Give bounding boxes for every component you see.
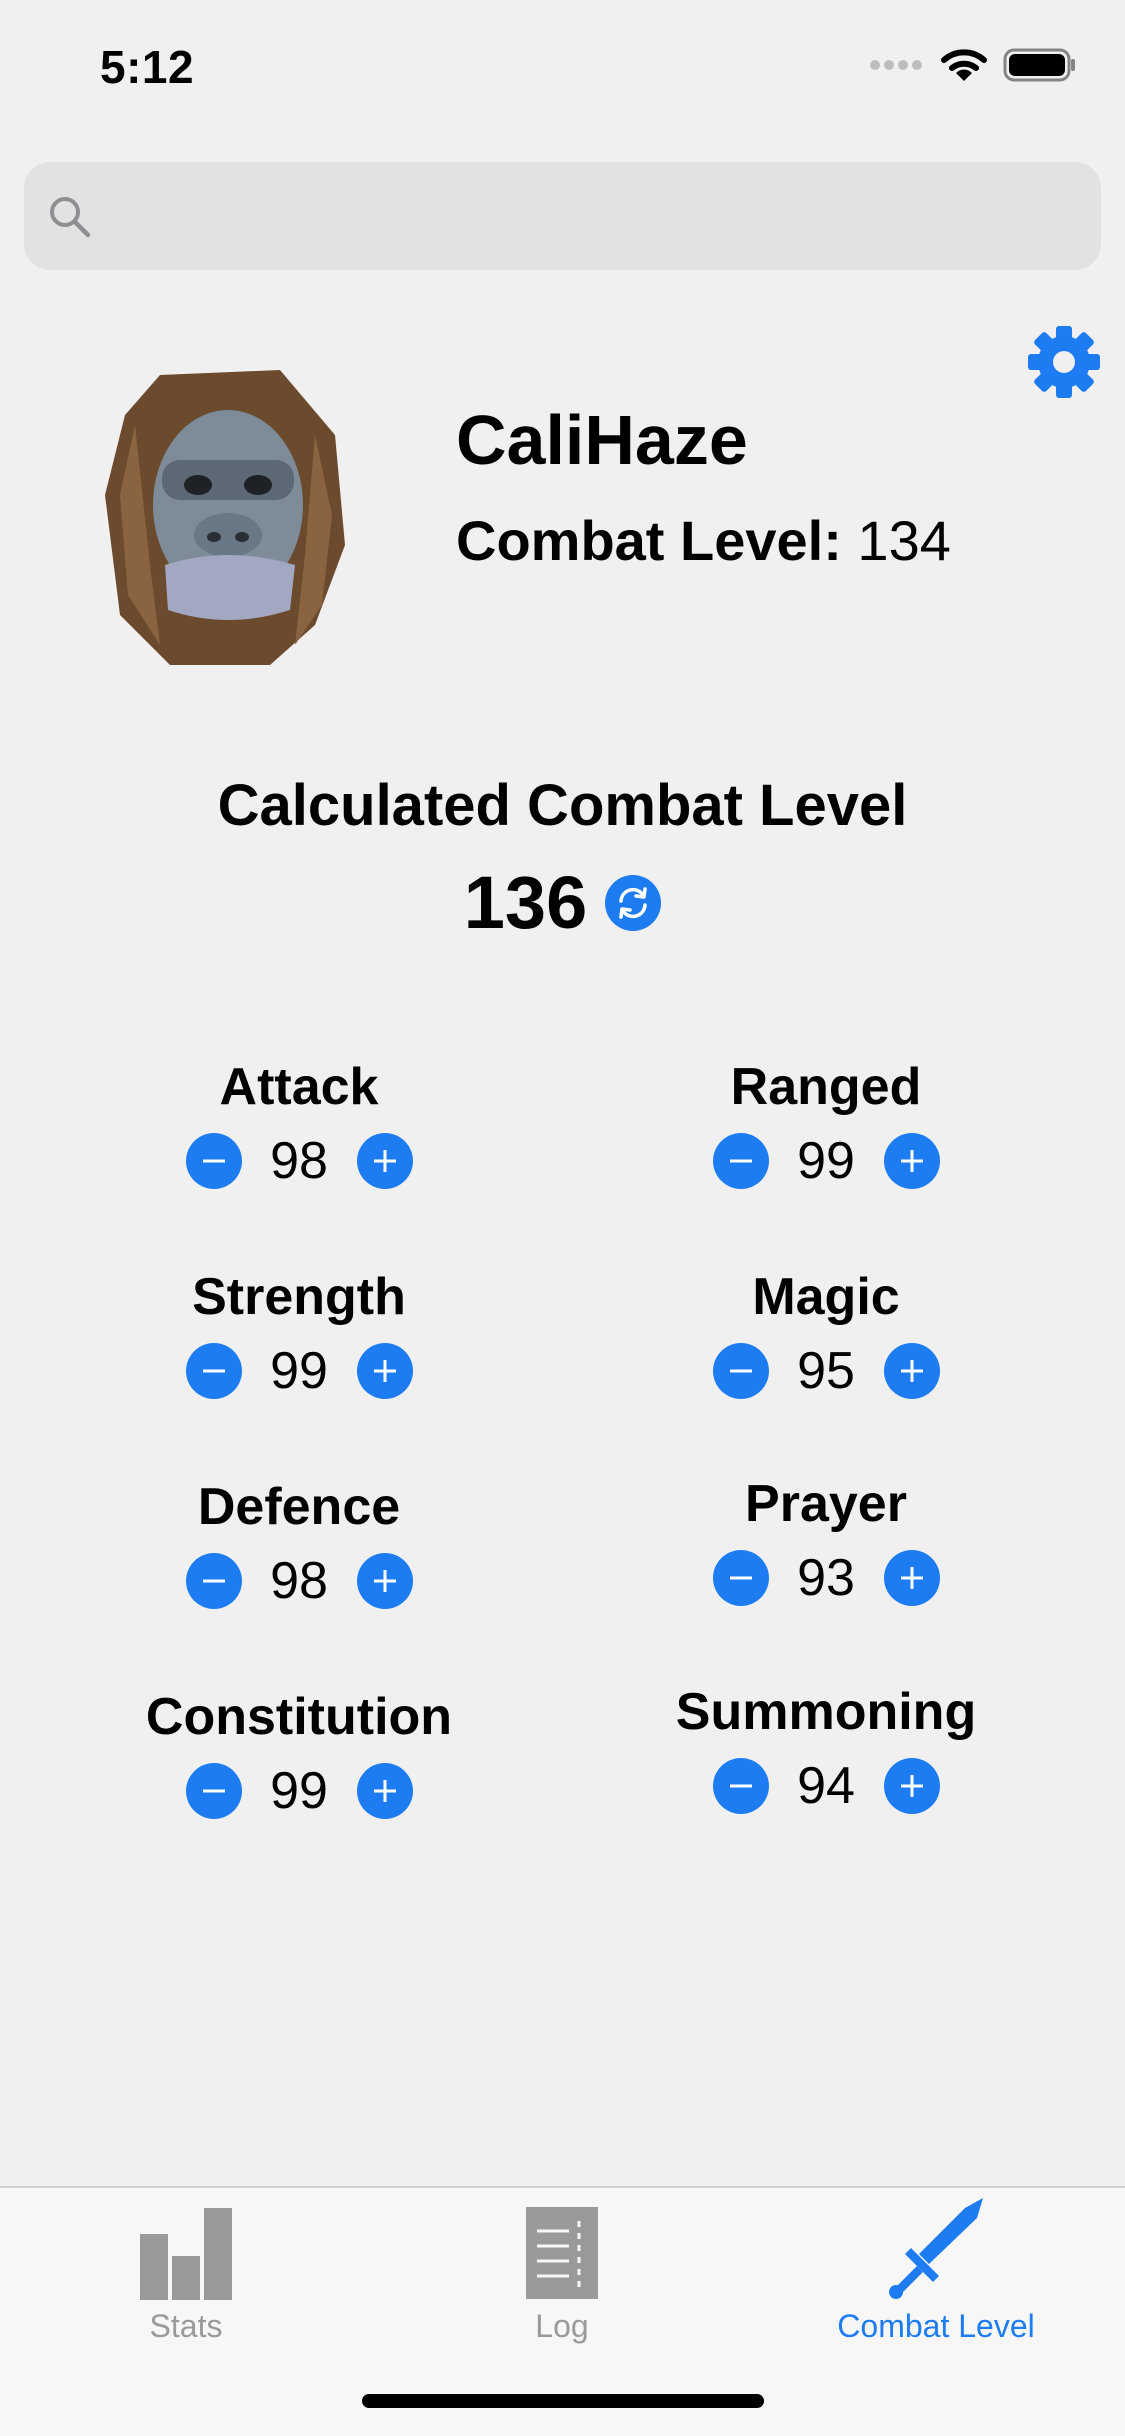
stat-value: 99	[797, 1132, 855, 1190]
calculated-combat-row: 136	[0, 860, 1125, 945]
stat-name: Summoning	[675, 1683, 977, 1741]
tab-label: Log	[535, 2308, 589, 2344]
increment-button[interactable]	[356, 1553, 413, 1609]
minus-icon	[202, 1789, 225, 1793]
stat-name: Prayer	[745, 1475, 907, 1533]
stat-name: Strength	[192, 1268, 406, 1326]
stat-name: Constitution	[145, 1688, 453, 1746]
minus-icon	[729, 1159, 752, 1163]
settings-button[interactable]	[1024, 322, 1104, 402]
increment-button[interactable]	[356, 1133, 413, 1189]
stat-summoning: Summoning 94	[576, 1680, 1076, 1815]
decrement-button[interactable]	[712, 1758, 769, 1814]
tab-stats[interactable]: Stats	[36, 2200, 336, 2345]
combat-level-value: 134	[857, 509, 951, 572]
stat-name: Magic	[752, 1268, 900, 1326]
increment-button[interactable]	[883, 1550, 940, 1606]
tab-label: Stats	[149, 2308, 223, 2344]
minus-icon	[729, 1576, 752, 1580]
stat-value: 95	[797, 1342, 855, 1400]
search-icon	[50, 197, 91, 238]
decrement-button[interactable]	[712, 1343, 769, 1399]
plus-icon	[373, 1150, 396, 1172]
decrement-button[interactable]	[185, 1553, 242, 1609]
stat-defence: Defence 98	[49, 1475, 549, 1610]
combat-level-label: Combat Level:	[456, 509, 842, 572]
stat-value: 98	[270, 1552, 328, 1610]
stat-attack: Attack 98	[49, 1055, 549, 1190]
plus-icon	[373, 1570, 396, 1592]
stat-value: 93	[797, 1549, 855, 1607]
plus-icon	[373, 1780, 396, 1802]
wifi-icon	[941, 49, 987, 81]
stat-ranged: Ranged 99	[576, 1055, 1076, 1190]
log-list-icon	[526, 2207, 598, 2299]
tab-combat-level[interactable]: Combat Level	[786, 2198, 1086, 2345]
stat-value: 98	[270, 1132, 328, 1190]
increment-button[interactable]	[883, 1758, 940, 1814]
plus-icon	[900, 1775, 923, 1797]
home-indicator	[362, 2394, 764, 2408]
search-bar[interactable]	[24, 162, 1101, 270]
status-icons	[869, 48, 1077, 82]
battery-icon	[1003, 48, 1075, 82]
stat-value: 99	[270, 1762, 328, 1820]
plus-icon	[900, 1150, 923, 1172]
refresh-button[interactable]	[605, 874, 662, 931]
calculated-combat-value: 136	[463, 861, 588, 944]
minus-icon	[729, 1369, 752, 1373]
increment-button[interactable]	[356, 1763, 413, 1819]
decrement-button[interactable]	[712, 1550, 769, 1606]
decrement-button[interactable]	[185, 1133, 242, 1189]
status-time: 5:12	[100, 41, 195, 93]
minus-icon	[202, 1579, 225, 1583]
sword-icon	[889, 2198, 983, 2299]
stat-magic: Magic 95	[576, 1265, 1076, 1400]
combat-level-line: Combat Level: 134	[456, 508, 951, 573]
stat-name: Attack	[219, 1058, 379, 1116]
decrement-button[interactable]	[185, 1343, 242, 1399]
gear-icon	[1028, 326, 1100, 398]
plus-icon	[900, 1567, 923, 1589]
refresh-icon	[605, 874, 662, 931]
decrement-button[interactable]	[712, 1133, 769, 1189]
stat-strength: Strength 99	[49, 1265, 549, 1400]
calculated-combat-title: Calculated Combat Level	[217, 773, 908, 838]
signal-icon	[870, 60, 922, 70]
stat-value: 99	[270, 1342, 328, 1400]
plus-icon	[373, 1360, 396, 1382]
gorilla-avatar-image	[105, 370, 345, 665]
tab-log[interactable]: Log	[412, 2200, 712, 2345]
stat-name: Ranged	[730, 1058, 922, 1116]
increment-button[interactable]	[883, 1343, 940, 1399]
stat-prayer: Prayer 93	[576, 1472, 1076, 1607]
bar-chart-icon	[140, 2208, 232, 2300]
decrement-button[interactable]	[185, 1763, 242, 1819]
plus-icon	[900, 1360, 923, 1382]
increment-button[interactable]	[356, 1343, 413, 1399]
increment-button[interactable]	[883, 1133, 940, 1189]
minus-icon	[202, 1369, 225, 1373]
stat-name: Defence	[197, 1478, 401, 1536]
tab-label: Combat Level	[837, 2308, 1035, 2344]
minus-icon	[729, 1784, 752, 1788]
search-input[interactable]	[110, 193, 1010, 239]
minus-icon	[202, 1159, 225, 1163]
player-name: CaliHaze	[456, 401, 748, 479]
stat-constitution: Constitution 99	[49, 1685, 549, 1820]
stat-value: 94	[797, 1757, 855, 1815]
avatar	[100, 365, 350, 670]
